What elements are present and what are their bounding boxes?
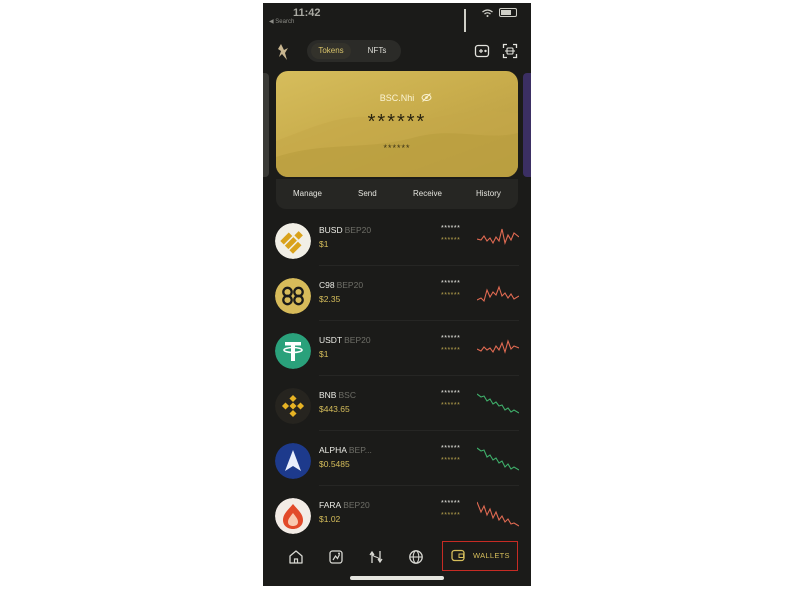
token-row-busd[interactable]: BUSD BEP20 $1 ****** ****** bbox=[263, 212, 531, 266]
token-row-c98[interactable]: C98 BEP20 $2.35 ****** ****** bbox=[263, 267, 531, 321]
history-button[interactable]: History bbox=[476, 189, 501, 198]
token-price: $1 bbox=[319, 349, 329, 359]
token-symbol: FARA bbox=[319, 500, 342, 510]
wallet-card[interactable]: BSC.Nhi ****** ****** bbox=[276, 71, 518, 177]
token-amount: ****** bbox=[441, 445, 461, 452]
token-price: $443.65 bbox=[319, 404, 350, 414]
next-card-peek[interactable] bbox=[523, 73, 531, 177]
token-value: ****** bbox=[441, 237, 461, 244]
price-sparkline bbox=[477, 393, 519, 414]
token-value: ****** bbox=[441, 457, 461, 464]
avatar[interactable] bbox=[276, 43, 292, 61]
bnb-icon bbox=[275, 388, 311, 424]
swap-icon[interactable] bbox=[368, 549, 384, 565]
token-price: $1 bbox=[319, 239, 329, 249]
tokens-nfts-switch: Tokens NFTs bbox=[307, 40, 401, 62]
token-value: ****** bbox=[441, 402, 461, 409]
price-sparkline bbox=[477, 285, 519, 303]
usdt-icon bbox=[275, 333, 311, 369]
token-row-fara[interactable]: FARA BEP20 $1.02 ****** ****** bbox=[263, 487, 531, 541]
battery-icon bbox=[499, 8, 517, 17]
alpha-icon bbox=[275, 443, 311, 479]
token-row-bnb[interactable]: BNB BSC $443.65 ****** ****** bbox=[263, 377, 531, 431]
wallets-tab[interactable]: WALLETS bbox=[442, 541, 518, 571]
row-divider bbox=[319, 375, 519, 376]
receive-button[interactable]: Receive bbox=[413, 189, 442, 198]
token-amount: ****** bbox=[441, 390, 461, 397]
tab-tokens[interactable]: Tokens bbox=[311, 43, 351, 59]
card-actions: Manage Send Receive History bbox=[276, 179, 518, 209]
back-to-search[interactable]: ◀ Search bbox=[269, 18, 294, 25]
signal-icon bbox=[464, 8, 476, 32]
token-symbol: USDT bbox=[319, 335, 343, 345]
scan-qr-icon[interactable] bbox=[502, 43, 518, 59]
wallet-sub-balance: ****** bbox=[383, 143, 411, 153]
wallet-name: BSC.Nhi bbox=[379, 93, 415, 103]
fara-icon bbox=[275, 498, 311, 534]
token-network: BEP20 bbox=[344, 335, 371, 345]
row-divider bbox=[319, 430, 519, 431]
token-symbol: C98 bbox=[319, 280, 335, 290]
price-sparkline bbox=[477, 501, 519, 527]
home-indicator[interactable] bbox=[350, 576, 444, 580]
token-symbol: BUSD bbox=[319, 225, 343, 235]
price-sparkline bbox=[477, 339, 519, 354]
token-row-usdt[interactable]: USDT BEP20 $1 ****** ****** bbox=[263, 322, 531, 376]
header: Tokens NFTs bbox=[263, 39, 531, 65]
token-symbol: BNB bbox=[319, 390, 337, 400]
manage-button[interactable]: Manage bbox=[293, 189, 322, 198]
browser-icon[interactable] bbox=[408, 549, 424, 565]
token-amount: ****** bbox=[441, 280, 461, 287]
token-network: BEP... bbox=[348, 445, 372, 455]
token-amount: ****** bbox=[441, 335, 461, 342]
c98-icon bbox=[275, 278, 311, 314]
token-network: BEP20 bbox=[336, 280, 364, 290]
send-button[interactable]: Send bbox=[358, 189, 377, 198]
token-network: BEP20 bbox=[343, 500, 370, 510]
status-bar: 11:42 ◀ Search bbox=[263, 3, 531, 32]
wifi-icon bbox=[482, 8, 493, 17]
token-amount: ****** bbox=[441, 225, 461, 232]
news-icon[interactable] bbox=[328, 549, 344, 565]
row-divider bbox=[319, 320, 519, 321]
token-network: BSC bbox=[338, 390, 356, 400]
token-network: BEP20 bbox=[344, 225, 372, 235]
token-price: $1.02 bbox=[319, 514, 341, 524]
bottom-nav: WALLETS bbox=[263, 539, 531, 575]
price-sparkline bbox=[477, 228, 519, 245]
token-value: ****** bbox=[441, 292, 461, 299]
add-wallet-icon[interactable] bbox=[474, 43, 490, 59]
previous-card-peek[interactable] bbox=[263, 73, 269, 177]
hide-balance-icon[interactable] bbox=[421, 92, 432, 103]
wallet-icon bbox=[451, 549, 465, 562]
wallets-tab-label: WALLETS bbox=[473, 551, 510, 560]
phone-screen: 11:42 ◀ Search Tokens NFTs BSC.Nhi *****… bbox=[263, 3, 531, 586]
wallet-balance: ****** bbox=[367, 111, 427, 133]
token-price: $2.35 bbox=[319, 294, 341, 304]
status-time: 11:42 bbox=[293, 7, 321, 19]
status-icons bbox=[464, 8, 517, 32]
token-value: ****** bbox=[441, 347, 461, 354]
row-divider bbox=[319, 485, 519, 486]
busd-icon bbox=[275, 223, 311, 259]
tab-nfts[interactable]: NFTs bbox=[357, 43, 397, 59]
token-symbol: ALPHA bbox=[319, 445, 347, 455]
row-divider bbox=[319, 265, 519, 266]
home-icon[interactable] bbox=[288, 549, 304, 565]
price-sparkline bbox=[477, 447, 519, 471]
token-value: ****** bbox=[441, 512, 461, 519]
token-row-alpha[interactable]: ALPHA BEP... $0.5485 ****** ****** bbox=[263, 432, 531, 486]
token-amount: ****** bbox=[441, 500, 461, 507]
token-price: $0.5485 bbox=[319, 459, 350, 469]
